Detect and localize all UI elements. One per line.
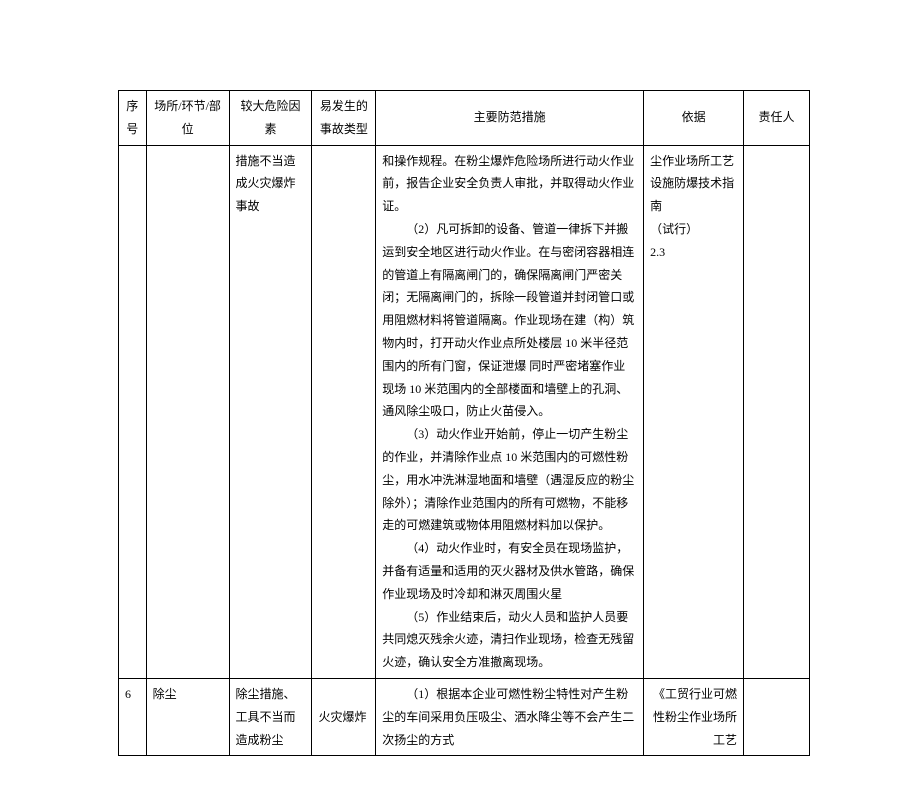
- cell-owner: [744, 145, 810, 678]
- table-row: 措施不当造成火灾爆炸事故 和操作规程。在粉尘爆炸危险场所进行动火作业前，报告企业…: [119, 145, 810, 678]
- measure-text-4: （4）动火作业时，有安全员在现场监护，并备有适量和适用的灭火器材及供水管路，确保…: [382, 537, 637, 605]
- cell-seq: [119, 145, 147, 678]
- header-place: 场所/环节/部位: [146, 91, 229, 146]
- cell-basis: 尘作业场所工艺设施防爆技术指南 （试行） 2.3: [644, 145, 744, 678]
- header-seq: 序号: [119, 91, 147, 146]
- cell-type: [312, 145, 376, 678]
- header-owner: 责任人: [744, 91, 810, 146]
- cell-risk: 除尘措施、工具不当而造成粉尘: [229, 678, 312, 755]
- header-type: 易发生的事故类型: [312, 91, 376, 146]
- header-risk: 较大危险因素: [229, 91, 312, 146]
- risk-table: 序号 场所/环节/部位 较大危险因素 易发生的事故类型 主要防范措施 依据 责任…: [118, 90, 810, 756]
- measure-text-5: （5）作业结束后，动火人员和监护人员要共同熄灭残余火迹，清扫作业现场，检查无残留…: [382, 606, 637, 674]
- measure-text-2: （2）凡可拆卸的设备、管道一律拆下并搬运到安全地区进行动火作业。在与密闭容器相连…: [382, 218, 637, 423]
- cell-risk: 措施不当造成火灾爆炸事故: [229, 145, 312, 678]
- cell-place: 除尘: [146, 678, 229, 755]
- header-measure: 主要防范措施: [376, 91, 644, 146]
- cell-owner: [744, 678, 810, 755]
- header-basis: 依据: [644, 91, 744, 146]
- cell-type: 火灾爆炸: [312, 678, 376, 755]
- document-table-wrap: 序号 场所/环节/部位 较大危险因素 易发生的事故类型 主要防范措施 依据 责任…: [0, 0, 920, 796]
- table-header-row: 序号 场所/环节/部位 较大危险因素 易发生的事故类型 主要防范措施 依据 责任…: [119, 91, 810, 146]
- table-row: 6 除尘 除尘措施、工具不当而造成粉尘 火灾爆炸 （1）根据本企业可燃性粉尘特性…: [119, 678, 810, 755]
- cell-measure: （1）根据本企业可燃性粉尘特性对产生粉尘的车间采用负压吸尘、洒水降尘等不会产生二…: [376, 678, 644, 755]
- cell-basis: 《工贸行业可燃性粉尘作业场所工艺: [644, 678, 744, 755]
- measure-text-3: （3）动火作业开始前，停止一切产生粉尘的作业，并清除作业点 10 米范围内的可燃…: [382, 423, 637, 537]
- cell-place: [146, 145, 229, 678]
- cell-measure: 和操作规程。在粉尘爆炸危险场所进行动火作业前，报告企业安全负责人审批，并取得动火…: [376, 145, 644, 678]
- measure-text-continuation: 和操作规程。在粉尘爆炸危险场所进行动火作业前，报告企业安全负责人审批，并取得动火…: [382, 154, 634, 214]
- cell-seq: 6: [119, 678, 147, 755]
- measure-text-1: （1）根据本企业可燃性粉尘特性对产生粉尘的车间采用负压吸尘、洒水降尘等不会产生二…: [382, 683, 637, 751]
